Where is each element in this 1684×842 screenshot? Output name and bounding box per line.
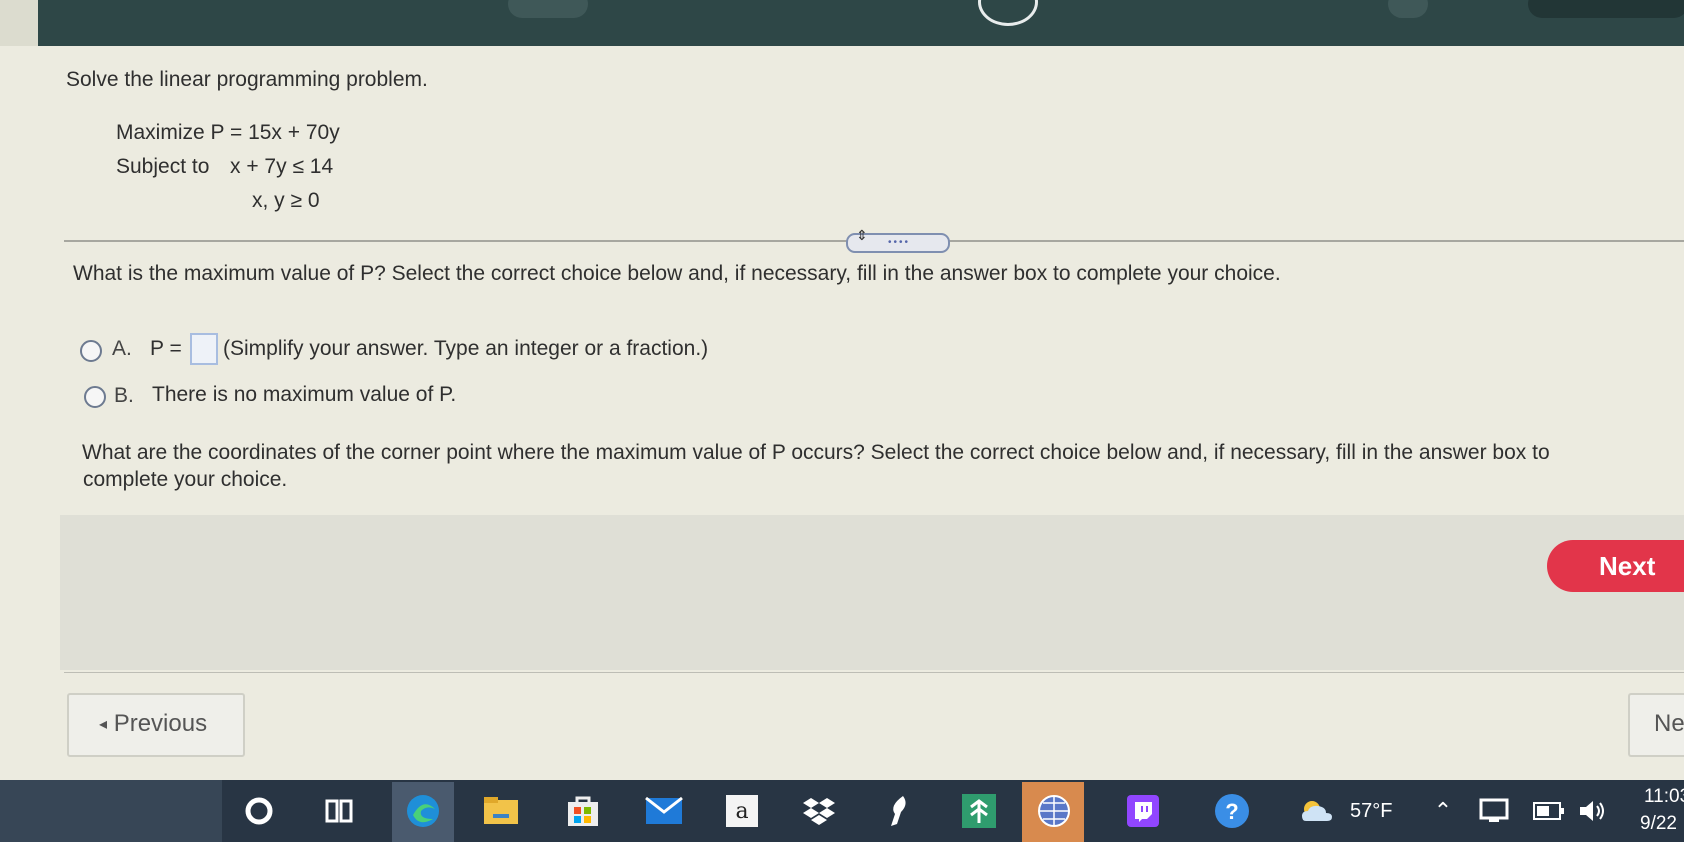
resize-arrows-icon: ⇕ <box>856 227 868 243</box>
choice-b-letter: B. <box>114 384 134 407</box>
weather-icon <box>1298 792 1336 830</box>
svg-text:?: ? <box>1225 799 1238 824</box>
choice-a-prefix: P = <box>150 337 182 360</box>
cortana-icon[interactable] <box>240 792 278 830</box>
top-header-bar <box>38 0 1684 46</box>
chevron-left-icon: ◂ <box>99 716 108 733</box>
amazon-icon[interactable]: a <box>723 792 761 830</box>
choice-a-letter: A. <box>112 337 132 360</box>
next-question-button[interactable]: Ne <box>1628 693 1684 757</box>
edge-icon[interactable] <box>404 792 442 830</box>
constraint-1: x + 7y ≤ 14 <box>230 155 334 178</box>
weather-temperature: 57°F <box>1350 800 1393 822</box>
next-button[interactable]: Next <box>1547 540 1684 592</box>
choice-b-text: There is no maximum value of P. <box>152 383 457 406</box>
svg-text:a: a <box>735 799 748 824</box>
grip-dots-icon: •••• <box>888 237 911 248</box>
previous-button[interactable]: ◂ Previous <box>67 693 245 757</box>
chevron-up-icon[interactable]: ⌃ <box>1424 792 1462 830</box>
file-explorer-icon[interactable] <box>482 792 520 830</box>
twitch-icon[interactable] <box>1124 792 1162 830</box>
objective-function: Maximize P = 15x + 70y <box>116 121 340 144</box>
robinhood-icon[interactable] <box>880 792 918 830</box>
header-submit-pill[interactable] <box>1528 0 1684 18</box>
header-settings-pill[interactable] <box>1388 0 1428 18</box>
store-icon[interactable] <box>564 792 602 830</box>
footer-divider <box>64 672 1684 673</box>
windows-taskbar: a ? 57°F ⌃ 11:03 9/22 <box>0 780 1684 842</box>
choice-a-radio[interactable] <box>80 340 102 362</box>
taskbar-search-area[interactable] <box>0 780 222 842</box>
task-view-icon[interactable] <box>320 792 358 830</box>
help-icon[interactable]: ? <box>1213 792 1251 830</box>
green-app-icon[interactable] <box>960 792 998 830</box>
subject-to-label: Subject to <box>116 155 210 178</box>
choice-a-hint: (Simplify your answer. Type an integer o… <box>223 337 709 360</box>
clock-time[interactable]: 11:03 <box>1644 786 1684 808</box>
question2-line2: complete your choice. <box>83 468 288 491</box>
instruction-text: Solve the linear programming problem. <box>66 68 428 91</box>
progress-circle <box>978 0 1038 26</box>
mail-icon[interactable] <box>645 792 683 830</box>
constraint-2: x, y ≥ 0 <box>252 189 320 212</box>
choice-b-radio[interactable] <box>84 386 106 408</box>
answer-footer-area <box>60 515 1684 670</box>
battery-icon[interactable] <box>1530 792 1568 830</box>
display-icon[interactable] <box>1475 792 1513 830</box>
clock-date[interactable]: 9/22 <box>1640 813 1677 835</box>
header-pill-left[interactable] <box>508 0 588 18</box>
dropbox-icon[interactable] <box>800 792 838 830</box>
previous-label: Previous <box>113 710 208 737</box>
question2-line1: What are the coordinates of the corner p… <box>82 441 1550 464</box>
question1-prompt: What is the maximum value of P? Select t… <box>73 262 1281 285</box>
volume-icon[interactable] <box>1574 792 1612 830</box>
web-app-icon[interactable] <box>1035 792 1073 830</box>
answer-input-box[interactable] <box>190 333 218 365</box>
resize-handle[interactable]: ⇕ •••• <box>846 227 950 253</box>
